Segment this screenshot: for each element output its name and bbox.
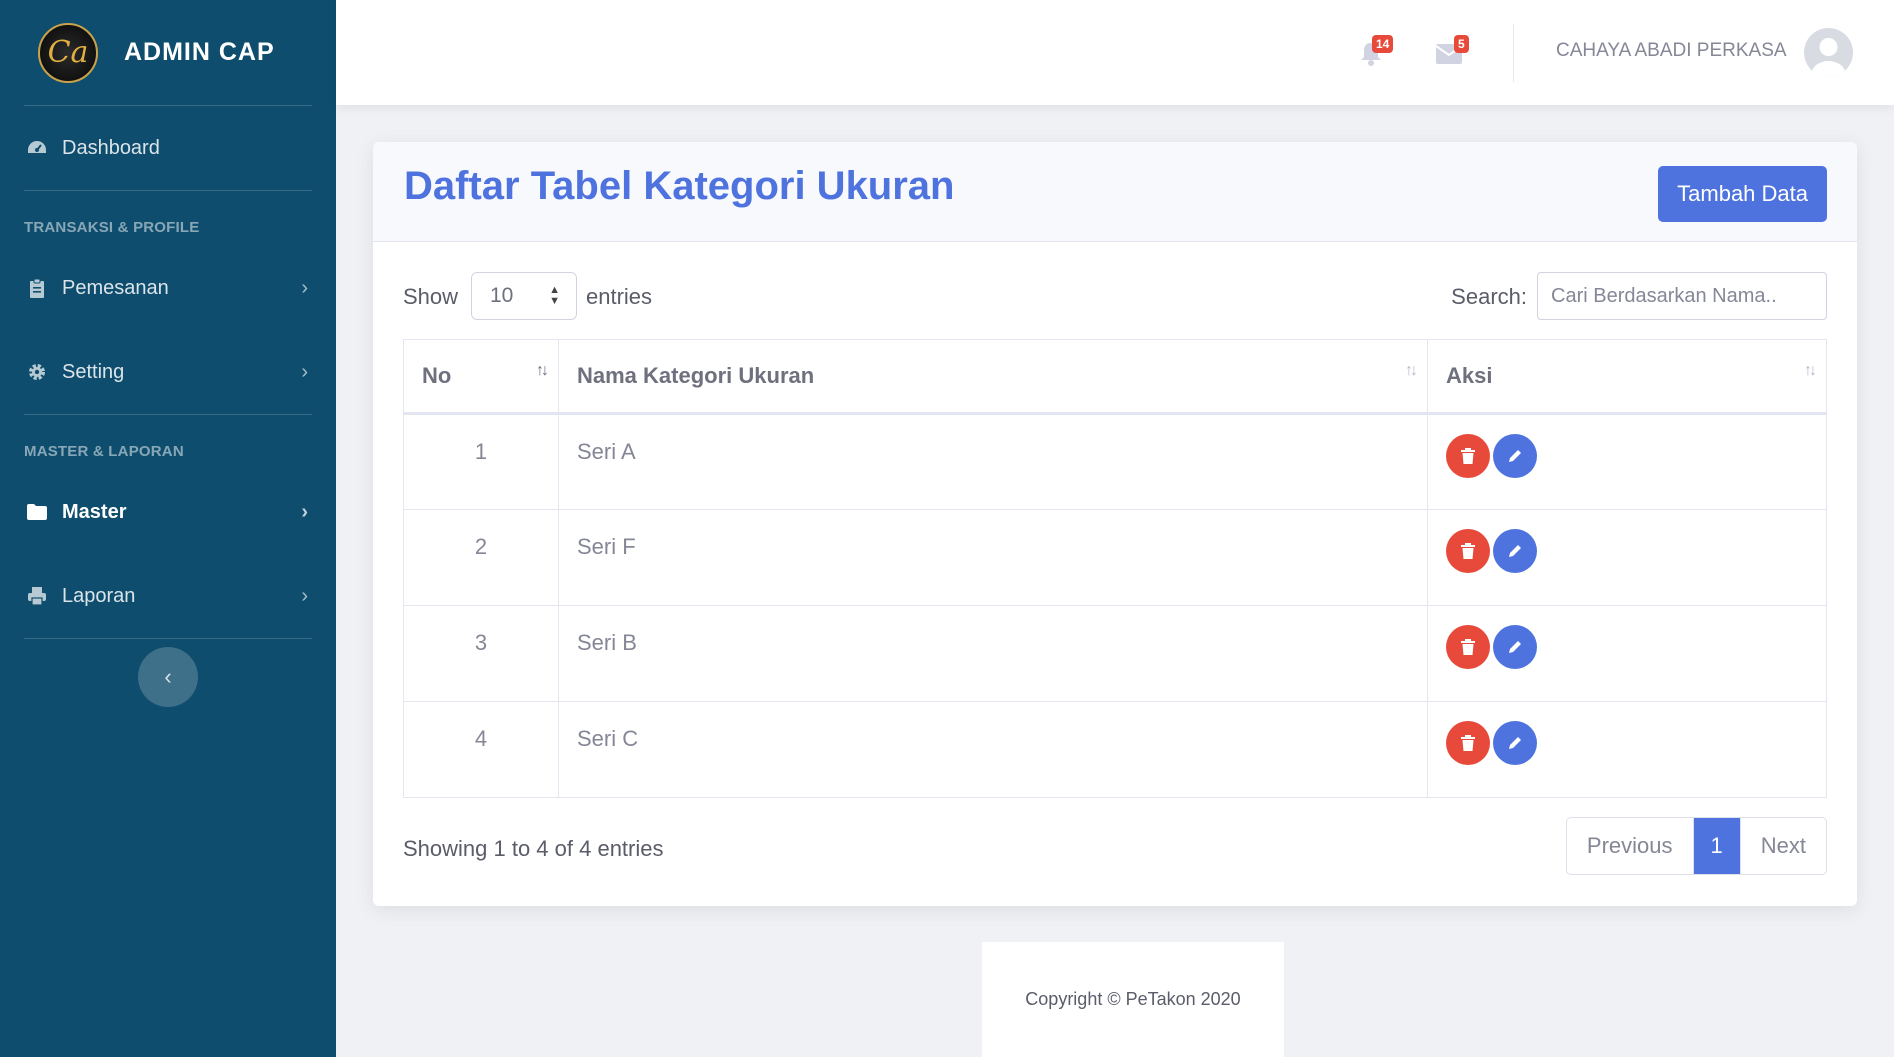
cell-actions [1427,701,1827,798]
logo-text: Ca [47,35,89,70]
trash-icon [1461,543,1475,559]
sidebar-item-laporan[interactable]: Laporan › [0,554,336,638]
entries-label: entries [586,284,653,309]
column-header-aksi[interactable]: Aksi ↑↓ [1427,339,1827,415]
alerts-count-badge: 14 [1372,35,1394,53]
column-header-name[interactable]: Nama Kategori Ukuran ↑↓ [558,339,1428,415]
topbar: 14 5 CAHAYA ABADI PERKASA [336,0,1894,105]
edit-button[interactable] [1493,434,1537,478]
trash-icon [1461,735,1475,751]
page-title: Daftar Tabel Kategori Ukuran [404,164,955,208]
cell-name: Seri B [558,605,1428,702]
pencil-icon [1509,450,1521,462]
sidebar-item-label: Setting [62,360,125,383]
section-heading-transaksi: TRANSAKSI & PROFILE [24,219,200,236]
pencil-icon [1509,641,1521,653]
table-info: Showing 1 to 4 of 4 entries [403,836,664,861]
cell-name: Seri F [558,509,1428,606]
sidebar-item-label: Dashboard [62,136,160,159]
delete-button[interactable] [1446,625,1490,669]
copyright-text: Copyright © PeTakon 2020 [1025,989,1241,1009]
sidebar-item-pemesanan[interactable]: Pemesanan › [0,246,336,330]
pencil-icon [1509,737,1521,749]
footer: Copyright © PeTakon 2020 [982,942,1284,1057]
column-header-label: Aksi [1446,363,1493,388]
clipboard-icon [26,277,48,299]
table-row: 4 Seri C [403,701,1827,798]
cell-no: 2 [403,509,559,606]
sidebar-item-setting[interactable]: Setting › [0,330,336,414]
delete-button[interactable] [1446,434,1490,478]
page-1-button[interactable]: 1 [1693,818,1741,874]
topbar-divider [1513,24,1514,82]
sidebar-item-master[interactable]: Master › [0,470,336,554]
cell-name: Seri C [558,701,1428,798]
entries-select[interactable]: 10 ▲ ▼ [471,272,577,320]
card-header: Daftar Tabel Kategori Ukuran Tambah Data [373,142,1857,242]
cell-actions [1427,605,1827,702]
cell-name: Seri A [558,413,1428,510]
printer-icon [26,585,48,607]
chevron-right-icon: › [301,500,308,523]
sidebar-item-label: Laporan [62,584,136,607]
gear-icon [26,361,48,383]
search-input[interactable] [1537,272,1827,320]
search-label: Search: [1451,284,1527,309]
column-header-label: Nama Kategori Ukuran [577,363,815,388]
section-heading-master: MASTER & LAPORAN [24,443,184,460]
user-avatar[interactable] [1804,28,1853,77]
pagination: Previous 1 Next [1565,817,1827,875]
dashboard-icon [26,137,48,159]
sort-icon: ↑↓ [536,362,549,379]
brand-name: ADMIN CAP [124,38,275,66]
sidebar-item-dashboard[interactable]: Dashboard [0,106,336,190]
select-arrows-icon: ▲ ▼ [549,284,560,307]
sort-icon: ↑↓ [1405,362,1418,379]
entries-select-value: 10 [490,284,514,307]
table-row: 2 Seri F [403,509,1827,606]
delete-button[interactable] [1446,529,1490,573]
table-row: 3 Seri B [403,605,1827,702]
chevron-right-icon: › [301,276,308,299]
sidebar-toggle-button[interactable]: ‹ [138,647,198,707]
brand-logo: Ca [38,22,98,83]
user-avatar-icon [1811,38,1846,77]
brand[interactable]: Ca ADMIN CAP [0,0,336,105]
cell-actions [1427,413,1827,510]
user-name[interactable]: CAHAYA ABADI PERKASA [1556,40,1787,62]
cell-actions [1427,509,1827,606]
cell-no: 4 [403,701,559,798]
pencil-icon [1509,545,1521,557]
show-label: Show [403,284,459,309]
edit-button[interactable] [1493,529,1537,573]
messages-button[interactable]: 5 [1434,34,1474,74]
next-page-button[interactable]: Next [1741,818,1826,874]
sidebar-divider [24,638,312,639]
data-card: Daftar Tabel Kategori Ukuran Tambah Data… [373,142,1857,906]
cell-no: 1 [403,413,559,510]
trash-icon [1461,639,1475,655]
chevron-right-icon: › [301,584,308,607]
messages-count-badge: 5 [1454,35,1469,53]
edit-button[interactable] [1493,625,1537,669]
table-row: 1 Seri A [403,413,1827,510]
table-controls: Show 10 ▲ ▼ entries Search: [403,272,1827,320]
sidebar: Ca ADMIN CAP Dashboard TRANSAKSI & PROFI… [0,0,336,1057]
previous-page-button[interactable]: Previous [1567,818,1694,874]
add-data-button[interactable]: Tambah Data [1658,166,1827,222]
chevron-left-icon: ‹ [164,664,172,689]
delete-button[interactable] [1446,721,1490,765]
sort-icon: ↑↓ [1804,362,1817,379]
data-table: No ↑↓ Nama Kategori Ukuran ↑↓ Aksi ↑↓ 1 … [403,339,1827,798]
trash-icon [1461,448,1475,464]
column-header-label: No [422,363,452,388]
edit-button[interactable] [1493,721,1537,765]
chevron-right-icon: › [301,360,308,383]
folder-icon [26,501,48,523]
sidebar-item-label: Pemesanan [62,276,169,299]
column-header-no[interactable]: No ↑↓ [403,339,559,415]
alerts-button[interactable]: 14 [1357,34,1397,74]
sidebar-item-label: Master [62,500,127,523]
cell-no: 3 [403,605,559,702]
